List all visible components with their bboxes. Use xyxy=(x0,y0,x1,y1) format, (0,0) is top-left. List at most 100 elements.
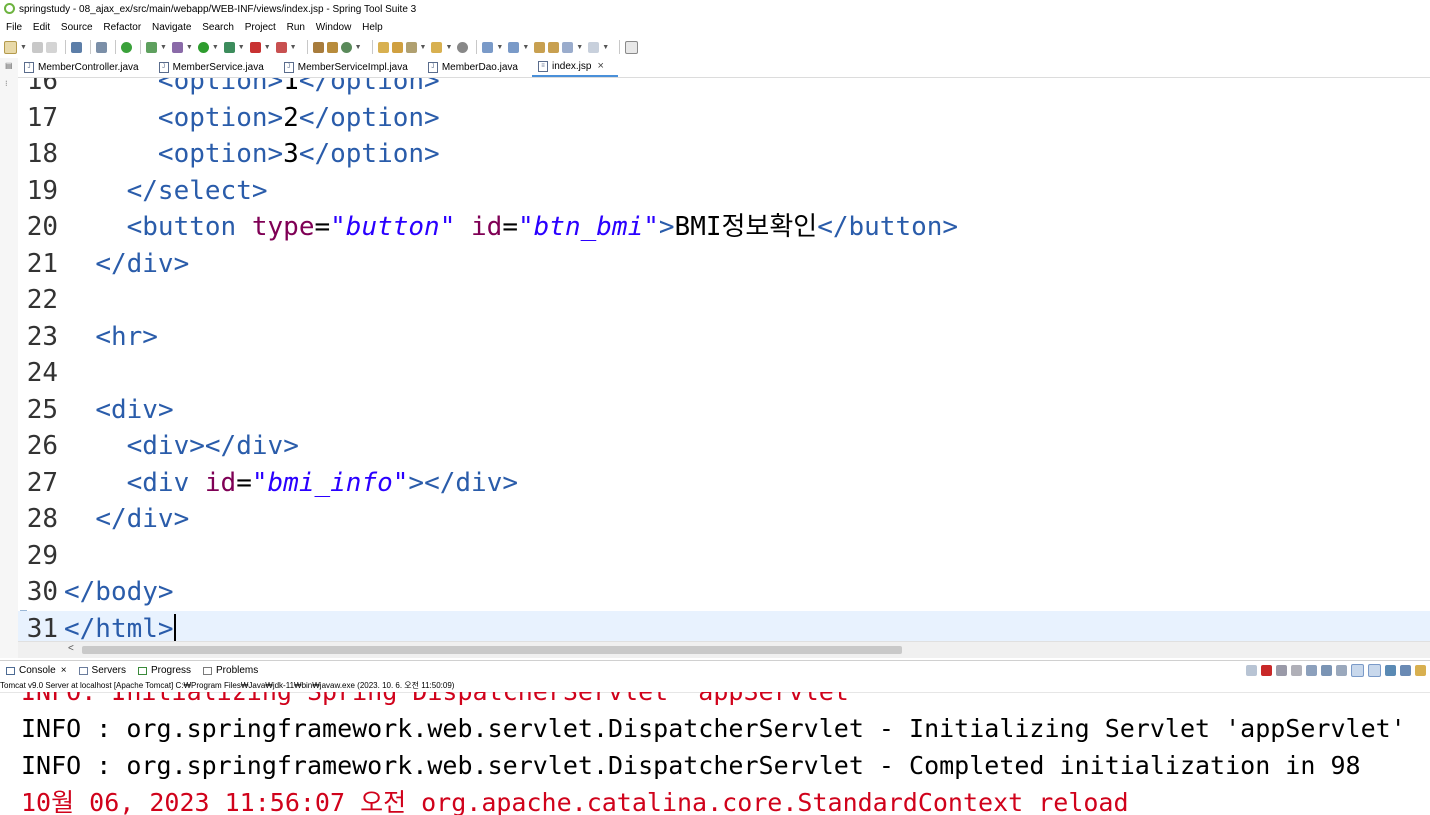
code-line[interactable]: 29 xyxy=(18,538,1430,575)
save-icon[interactable] xyxy=(31,41,43,53)
external-tools-icon[interactable] xyxy=(223,41,235,53)
pencil-icon[interactable] xyxy=(405,41,417,53)
show-on-output-icon[interactable] xyxy=(1351,664,1364,677)
new-dropdown-icon[interactable]: ▼ xyxy=(20,44,27,51)
code-line[interactable]: 22 xyxy=(18,282,1430,319)
open-type-icon[interactable] xyxy=(312,41,324,53)
code-line[interactable]: 23 <hr> xyxy=(18,319,1430,356)
code-line[interactable]: 26 <div></div> xyxy=(18,428,1430,465)
refresh-dropdown-icon[interactable]: ▼ xyxy=(160,44,167,51)
scroll-lock-icon[interactable] xyxy=(1321,665,1332,676)
open-console-icon[interactable] xyxy=(1415,665,1426,676)
word-wrap-icon[interactable] xyxy=(1336,665,1347,676)
tab-servers[interactable]: Servers xyxy=(73,661,132,681)
code-editor[interactable]: 16 <option>1</option> 17 <option>2</optio… xyxy=(18,78,1430,641)
menu-source[interactable]: Source xyxy=(61,22,93,33)
close-console-icon[interactable]: × xyxy=(61,661,67,681)
clear-console-icon[interactable] xyxy=(1306,665,1317,676)
menu-navigate[interactable]: Navigate xyxy=(152,22,191,33)
tab-progress[interactable]: Progress xyxy=(132,661,197,681)
code-line[interactable]: 21 </div> xyxy=(18,246,1430,283)
code-line[interactable]: 16 <option>1</option> xyxy=(18,78,1430,100)
terminal-icon[interactable] xyxy=(70,41,82,53)
back-dropdown-icon[interactable]: ▼ xyxy=(576,44,583,51)
deploy-icon[interactable] xyxy=(275,41,287,53)
code-line[interactable]: 17 <option>2</option> xyxy=(18,100,1430,137)
run-dropdown-icon[interactable]: ▼ xyxy=(212,44,219,51)
open-perspective-icon[interactable] xyxy=(625,40,639,54)
code-line[interactable]: 19 </select> xyxy=(18,173,1430,210)
tab-membercontroller[interactable]: J MemberController.java xyxy=(18,58,153,77)
menu-project[interactable]: Project xyxy=(245,22,276,33)
debug-icon[interactable] xyxy=(171,41,183,53)
skip-breakpoints-icon[interactable] xyxy=(95,41,107,53)
tab-console[interactable]: Console × xyxy=(0,661,73,681)
terminate-relaunch-icon[interactable] xyxy=(1246,665,1257,676)
folder-icon[interactable] xyxy=(431,41,443,53)
code-line[interactable]: 30 </body> xyxy=(18,574,1430,611)
globe-icon[interactable] xyxy=(457,41,469,53)
open-folder-icon[interactable] xyxy=(377,41,389,53)
scroll-left-icon[interactable]: < xyxy=(68,643,74,654)
debug-dropdown-icon[interactable]: ▼ xyxy=(186,44,193,51)
line-number: 18 xyxy=(26,139,58,169)
code-line[interactable]: 18 <option>3</option> xyxy=(18,136,1430,173)
scrollbar-thumb[interactable] xyxy=(82,646,902,654)
outline-icon[interactable]: ⁝ xyxy=(5,80,13,88)
stop-icon[interactable] xyxy=(249,41,261,53)
previous-annotation-icon[interactable] xyxy=(508,41,520,53)
last-edit-icon[interactable] xyxy=(534,41,546,53)
code-line[interactable]: 27 <div id="bmi_info"></div> xyxy=(18,465,1430,502)
next-annotation-dropdown-icon[interactable]: ▼ xyxy=(496,44,503,51)
external-tools-dropdown-icon[interactable]: ▼ xyxy=(238,44,245,51)
restore-icon[interactable]: ▤ xyxy=(5,62,13,70)
spring-dropdown-icon[interactable]: ▼ xyxy=(355,44,362,51)
java-file-icon: J xyxy=(283,62,294,73)
tab-index-jsp[interactable]: ≡ index.jsp × xyxy=(531,57,618,77)
menu-window[interactable]: Window xyxy=(316,22,352,33)
folder-dropdown-icon[interactable]: ▼ xyxy=(445,44,452,51)
forward-dropdown-icon[interactable]: ▼ xyxy=(602,44,609,51)
display-console-icon[interactable] xyxy=(1400,665,1411,676)
save-all-icon[interactable] xyxy=(45,41,57,53)
start-server-icon[interactable] xyxy=(120,41,132,53)
stop-dropdown-icon[interactable]: ▼ xyxy=(264,44,271,51)
previous-annotation-dropdown-icon[interactable]: ▼ xyxy=(522,44,529,51)
new-icon[interactable] xyxy=(4,40,17,54)
pin-console-icon[interactable] xyxy=(1385,665,1396,676)
tab-memberservice[interactable]: J MemberService.java xyxy=(153,58,278,77)
back-icon[interactable] xyxy=(562,41,574,53)
tab-memberserviceimpl[interactable]: J MemberServiceImpl.java xyxy=(278,58,422,77)
tab-problems[interactable]: Problems xyxy=(197,661,264,681)
code-line[interactable]: 28 </div> xyxy=(18,501,1430,538)
toolbar-separator xyxy=(619,40,621,54)
refresh-icon[interactable] xyxy=(145,41,157,53)
menu-file[interactable]: File xyxy=(6,22,22,33)
editor-horizontal-scrollbar[interactable]: < xyxy=(18,641,1430,658)
code-line[interactable]: 25 <div> xyxy=(18,392,1430,429)
next-annotation-icon[interactable] xyxy=(482,41,494,53)
close-tab-icon[interactable]: × xyxy=(597,57,603,76)
forward-icon[interactable] xyxy=(588,41,600,53)
terminate-icon[interactable] xyxy=(1261,665,1272,676)
spring-icon[interactable] xyxy=(340,41,352,53)
deploy-dropdown-icon[interactable]: ▼ xyxy=(290,44,297,51)
menu-search[interactable]: Search xyxy=(202,22,234,33)
menu-help[interactable]: Help xyxy=(362,22,383,33)
run-icon[interactable] xyxy=(197,41,209,53)
remove-launch-icon[interactable] xyxy=(1276,665,1287,676)
code-line[interactable]: 20 <button type="button" id="btn_bmi">BM… xyxy=(18,209,1430,246)
menu-refactor[interactable]: Refactor xyxy=(103,22,141,33)
menu-run[interactable]: Run xyxy=(287,22,305,33)
open-project-icon[interactable] xyxy=(391,41,403,53)
open-resource-icon[interactable] xyxy=(326,41,338,53)
remove-all-terminated-icon[interactable] xyxy=(1291,665,1302,676)
code-line[interactable]: 24 xyxy=(18,355,1430,392)
console-output[interactable]: INFO: Initializing Spring DispatcherServ… xyxy=(0,692,1430,815)
code-line[interactable]: 31 </html> xyxy=(18,610,1430,641)
pencil-dropdown-icon[interactable]: ▼ xyxy=(420,44,427,51)
menu-edit[interactable]: Edit xyxy=(33,22,50,33)
tab-memberdao[interactable]: J MemberDao.java xyxy=(422,58,532,77)
show-on-error-icon[interactable] xyxy=(1368,664,1381,677)
forward-edit-icon[interactable] xyxy=(548,41,560,53)
